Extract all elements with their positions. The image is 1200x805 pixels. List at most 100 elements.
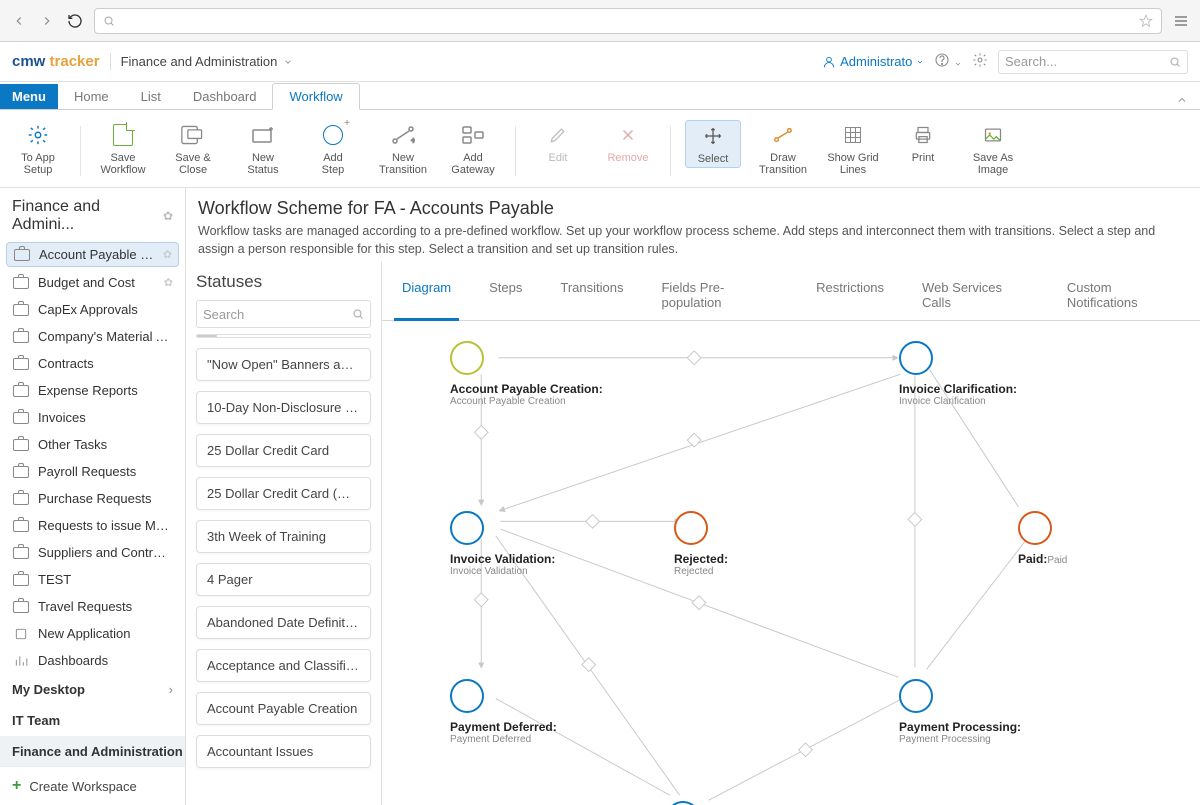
sidebar-item-2[interactable]: CapEx Approvals xyxy=(0,296,185,323)
add-gateway-button[interactable]: Add Gateway xyxy=(445,120,501,178)
workspace-selector[interactable]: Finance and Administration xyxy=(111,54,304,69)
sidebar-item-10[interactable]: Requests to issue Mat... xyxy=(0,512,185,539)
wf-tab-diagram[interactable]: Diagram xyxy=(394,274,459,321)
star-icon[interactable] xyxy=(1139,14,1153,28)
chevron-down-icon xyxy=(916,58,924,66)
sidebar: Finance and Admini... ✿ Account Payable … xyxy=(0,188,186,805)
plus-icon: + xyxy=(12,777,21,795)
sidebar-item-4[interactable]: Contracts xyxy=(0,350,185,377)
ribbon-toolbar: To App Setup Save Workflow Save & Close … xyxy=(0,110,1200,188)
tab-home[interactable]: Home xyxy=(58,84,125,109)
status-item[interactable]: 4 Pager xyxy=(196,563,371,596)
node-payment-processing[interactable]: Payment Processing:Payment Processing xyxy=(899,679,933,713)
status-item[interactable]: 10-Day Non-Disclosure Init... xyxy=(196,391,371,424)
tab-list[interactable]: List xyxy=(125,84,177,109)
search-icon xyxy=(103,15,115,27)
sidebar-item-15[interactable]: Dashboards xyxy=(0,647,185,674)
sidebar-item-5[interactable]: Expense Reports xyxy=(0,377,185,404)
node-bottom[interactable] xyxy=(666,801,700,805)
sidebar-item-12[interactable]: TEST xyxy=(0,566,185,593)
select-button[interactable]: Select xyxy=(685,120,741,168)
status-item[interactable]: 25 Dollar Credit Card xyxy=(196,434,371,467)
wf-tab-restrictions[interactable]: Restrictions xyxy=(808,274,892,320)
draw-transition-icon xyxy=(770,122,796,148)
new-status-button[interactable]: New Status xyxy=(235,120,291,178)
node-invoice-clarification[interactable]: Invoice Clarification:Invoice Clarificat… xyxy=(899,341,933,375)
briefcase-icon xyxy=(12,519,30,533)
scrollbar[interactable] xyxy=(196,334,371,338)
gear-icon[interactable]: ✿ xyxy=(164,276,173,289)
show-grid-button[interactable]: Show Grid Lines xyxy=(825,120,881,178)
sidebar-item-0[interactable]: Account Payable Requ...✿ xyxy=(6,242,179,267)
collapse-ribbon-icon[interactable] xyxy=(1164,94,1200,109)
wf-tab-webservices[interactable]: Web Services Calls xyxy=(914,274,1037,320)
tab-dashboard[interactable]: Dashboard xyxy=(177,84,273,109)
back-icon[interactable] xyxy=(10,12,28,30)
status-item[interactable]: "Now Open" Banners and/... xyxy=(196,348,371,381)
sidebar-title: Finance and Admini... ✿ xyxy=(0,188,185,240)
sidebar-item-13[interactable]: Travel Requests xyxy=(0,593,185,620)
gear-icon[interactable]: ✿ xyxy=(163,209,173,223)
sidebar-group-0[interactable]: My Desktop› xyxy=(0,674,185,705)
help-icon[interactable] xyxy=(934,52,962,71)
wf-tab-fields[interactable]: Fields Pre-population xyxy=(653,274,786,320)
wf-tab-steps[interactable]: Steps xyxy=(481,274,530,320)
print-icon xyxy=(910,122,936,148)
pencil-icon xyxy=(545,122,571,148)
status-item[interactable]: 25 Dollar Credit Card (Moc... xyxy=(196,477,371,510)
briefcase-icon xyxy=(12,303,30,317)
sidebar-item-3[interactable]: Company's Material A... xyxy=(0,323,185,350)
status-item[interactable]: Abandoned Date Definition xyxy=(196,606,371,639)
browser-chrome xyxy=(0,0,1200,42)
statuses-title: Statuses xyxy=(196,272,371,292)
status-item[interactable]: Acceptance and Classificati... xyxy=(196,649,371,682)
save-close-button[interactable]: Save & Close xyxy=(165,120,221,178)
create-workspace-button[interactable]: +Create Workspace xyxy=(0,766,185,805)
reload-icon[interactable] xyxy=(66,12,84,30)
save-workflow-button[interactable]: Save Workflow xyxy=(95,120,151,178)
move-icon xyxy=(700,123,726,149)
sidebar-item-9[interactable]: Purchase Requests xyxy=(0,485,185,512)
to-app-setup-button[interactable]: To App Setup xyxy=(10,120,66,178)
gear-icon[interactable]: ✿ xyxy=(163,248,172,261)
statuses-search[interactable]: Search xyxy=(196,300,371,328)
status-item[interactable]: Accountant Issues xyxy=(196,735,371,768)
gear-icon[interactable] xyxy=(972,52,988,71)
sidebar-item-6[interactable]: Invoices xyxy=(0,404,185,431)
forward-icon[interactable] xyxy=(38,12,56,30)
new-status-icon xyxy=(250,122,276,148)
node-invoice-validation[interactable]: Invoice Validation:Invoice Validation xyxy=(450,511,484,545)
sidebar-item-1[interactable]: Budget and Cost✿ xyxy=(0,269,185,296)
sidebar-item-14[interactable]: New Application xyxy=(0,620,185,647)
sidebar-group-1[interactable]: IT Team xyxy=(0,705,185,736)
workflow-tabs: Diagram Steps Transitions Fields Pre-pop… xyxy=(382,262,1200,321)
briefcase-icon xyxy=(12,465,30,479)
sidebar-item-11[interactable]: Suppliers and Contrac... xyxy=(0,539,185,566)
node-paid[interactable]: Paid:Paid xyxy=(1018,511,1052,545)
user-icon xyxy=(822,55,836,69)
wf-tab-transitions[interactable]: Transitions xyxy=(552,274,631,320)
new-transition-button[interactable]: + New Transition xyxy=(375,120,431,178)
save-as-image-button[interactable]: Save As Image xyxy=(965,120,1021,178)
tab-workflow[interactable]: Workflow xyxy=(272,83,359,110)
sidebar-group-2[interactable]: Finance and Administration xyxy=(0,736,185,766)
sidebar-item-7[interactable]: Other Tasks xyxy=(0,431,185,458)
node-payment-deferred[interactable]: Payment Deferred:Payment Deferred xyxy=(450,679,484,713)
node-account-creation[interactable]: Account Payable Creation:Account Payable… xyxy=(450,341,484,375)
print-button[interactable]: Print xyxy=(895,120,951,166)
add-step-icon: + xyxy=(323,125,343,145)
user-menu[interactable]: Administrato xyxy=(822,54,924,69)
hamburger-icon[interactable] xyxy=(1172,12,1190,30)
status-item[interactable]: 3th Week of Training xyxy=(196,520,371,553)
save-icon xyxy=(113,124,133,146)
add-step-button[interactable]: + Add Step xyxy=(305,120,361,178)
wf-tab-notifications[interactable]: Custom Notifications xyxy=(1059,274,1188,320)
url-bar[interactable] xyxy=(94,8,1162,34)
status-item[interactable]: Account Payable Creation xyxy=(196,692,371,725)
sidebar-item-8[interactable]: Payroll Requests xyxy=(0,458,185,485)
diagram-canvas[interactable]: Account Payable Creation:Account Payable… xyxy=(382,321,1200,805)
draw-transition-button[interactable]: Draw Transition xyxy=(755,120,811,178)
global-search[interactable]: Search... xyxy=(998,50,1188,74)
node-rejected[interactable]: Rejected:Rejected xyxy=(674,511,708,545)
menu-button[interactable]: Menu xyxy=(0,84,58,109)
